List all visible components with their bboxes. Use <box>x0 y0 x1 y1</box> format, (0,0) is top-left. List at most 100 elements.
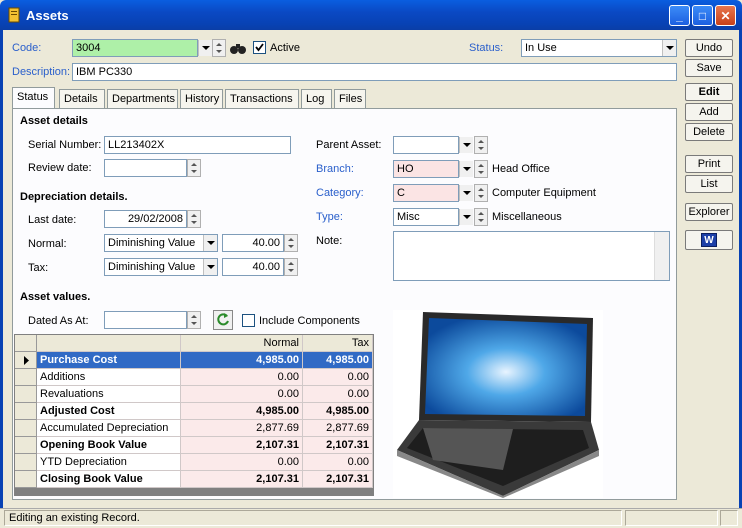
grid-cell-normal[interactable]: 4,985.00 <box>181 352 303 369</box>
row-selector[interactable] <box>15 369 37 386</box>
normal-rate-input[interactable]: 40.00 <box>222 234 284 252</box>
undo-button[interactable]: Undo <box>685 39 733 57</box>
grid-scrollbar[interactable] <box>15 488 373 496</box>
refresh-button[interactable] <box>213 310 233 330</box>
description-input[interactable]: IBM PC330 <box>72 63 677 81</box>
grid-cell-normal[interactable]: 4,985.00 <box>181 403 303 420</box>
tab-details[interactable]: Details <box>59 89 105 109</box>
tax-rate-input[interactable]: 40.00 <box>222 258 284 276</box>
type-input[interactable]: Misc <box>393 208 459 226</box>
tab-status[interactable]: Status <box>12 87 55 109</box>
branch-spinner[interactable] <box>474 160 488 178</box>
delete-button[interactable]: Delete <box>685 123 733 141</box>
grid-row[interactable]: Opening Book Value 2,107.31 2,107.31 <box>15 437 373 454</box>
status-select[interactable]: In Use <box>521 39 677 57</box>
tab-departments[interactable]: Departments <box>107 89 178 109</box>
row-selector[interactable] <box>15 420 37 437</box>
review-date-input[interactable] <box>104 159 187 177</box>
status-dropdown-icon[interactable] <box>662 40 676 56</box>
grid-cell-name[interactable]: Opening Book Value <box>37 437 181 454</box>
category-dropdown-icon[interactable] <box>459 185 473 201</box>
grid-cell-name[interactable]: Adjusted Cost <box>37 403 181 420</box>
parent-asset-input[interactable] <box>393 136 459 154</box>
category-input[interactable]: C <box>393 184 459 202</box>
print-button[interactable]: Print <box>685 155 733 173</box>
word-button[interactable]: W <box>685 230 733 250</box>
grid-cell-normal[interactable]: 2,107.31 <box>181 437 303 454</box>
grid-cell-tax[interactable]: 0.00 <box>303 386 373 403</box>
grid-row[interactable]: Additions 0.00 0.00 <box>15 369 373 386</box>
grid-cell-tax[interactable]: 2,877.69 <box>303 420 373 437</box>
normal-rate-spinner[interactable] <box>284 234 298 252</box>
tab-history[interactable]: History <box>180 89 223 109</box>
type-dropdown-icon[interactable] <box>459 209 473 225</box>
last-date-input[interactable]: 29/02/2008 <box>104 210 187 228</box>
grid-cell-name[interactable]: Additions <box>37 369 181 386</box>
dated-as-at-input[interactable] <box>104 311 187 329</box>
add-button[interactable]: Add <box>685 103 733 121</box>
type-spinner[interactable] <box>474 208 488 226</box>
grid-cell-normal[interactable]: 0.00 <box>181 386 303 403</box>
active-checkbox[interactable] <box>253 41 266 54</box>
row-selector[interactable] <box>15 454 37 471</box>
normal-method-dropdown-icon[interactable] <box>203 235 217 251</box>
tax-method-dropdown-icon[interactable] <box>203 259 217 275</box>
row-selector[interactable] <box>15 403 37 420</box>
explorer-button[interactable]: Explorer <box>685 203 733 221</box>
normal-method-select[interactable]: Diminishing Value <box>104 234 218 252</box>
grid-cell-name[interactable]: Closing Book Value <box>37 471 181 488</box>
grid-cell-tax[interactable]: 0.00 <box>303 369 373 386</box>
note-textarea[interactable] <box>393 231 670 281</box>
grid-cell-tax[interactable]: 0.00 <box>303 454 373 471</box>
maximize-button[interactable]: □ <box>692 5 713 26</box>
tax-rate-spinner[interactable] <box>284 258 298 276</box>
grid-cell-tax[interactable]: 4,985.00 <box>303 352 373 369</box>
grid-cell-tax[interactable]: 2,107.31 <box>303 471 373 488</box>
grid-header-normal[interactable]: Normal <box>181 335 303 352</box>
asset-values-grid[interactable]: Normal Tax Purchase Cost 4,985.00 4,985.00… <box>14 334 374 496</box>
branch-input[interactable]: HO <box>393 160 459 178</box>
grid-cell-name[interactable]: Revaluations <box>37 386 181 403</box>
code-dropdown-icon[interactable] <box>198 40 212 56</box>
grid-row[interactable]: Revaluations 0.00 0.00 <box>15 386 373 403</box>
list-button[interactable]: List <box>685 175 733 193</box>
parent-asset-dropdown-icon[interactable] <box>459 137 473 153</box>
grid-cell-normal[interactable]: 2,107.31 <box>181 471 303 488</box>
note-scrollbar[interactable] <box>654 232 669 280</box>
close-button[interactable]: ✕ <box>715 5 736 26</box>
grid-cell-normal[interactable]: 0.00 <box>181 454 303 471</box>
title-bar[interactable] <box>0 0 742 30</box>
row-selector[interactable] <box>15 437 37 454</box>
grid-cell-name[interactable]: Purchase Cost <box>37 352 181 369</box>
grid-header-tax[interactable]: Tax <box>303 335 373 352</box>
serial-input[interactable]: LL213402X <box>104 136 291 154</box>
grid-cell-name[interactable]: Accumulated Depreciation <box>37 420 181 437</box>
grid-row[interactable]: Accumulated Depreciation 2,877.69 2,877.69 <box>15 420 373 437</box>
save-button[interactable]: Save <box>685 59 733 77</box>
row-selector[interactable] <box>15 386 37 403</box>
code-input[interactable]: 3004 <box>72 39 198 57</box>
review-date-spinner[interactable] <box>187 159 201 177</box>
binoculars-icon[interactable] <box>228 39 248 57</box>
grid-row[interactable]: Purchase Cost 4,985.00 4,985.00 <box>15 352 373 369</box>
grid-cell-tax[interactable]: 2,107.31 <box>303 437 373 454</box>
edit-button[interactable]: Edit <box>685 83 733 101</box>
tab-files[interactable]: Files <box>334 89 366 109</box>
category-spinner[interactable] <box>474 184 488 202</box>
tab-log[interactable]: Log <box>301 89 332 109</box>
dated-as-at-spinner[interactable] <box>187 311 201 329</box>
tax-method-select[interactable]: Diminishing Value <box>104 258 218 276</box>
row-selector[interactable] <box>15 471 37 488</box>
include-components-checkbox[interactable] <box>242 314 255 327</box>
tab-transactions[interactable]: Transactions <box>225 89 299 109</box>
parent-asset-spinner[interactable] <box>474 136 488 154</box>
grid-row[interactable]: Adjusted Cost 4,985.00 4,985.00 <box>15 403 373 420</box>
last-date-spinner[interactable] <box>187 210 201 228</box>
grid-row[interactable]: Closing Book Value 2,107.31 2,107.31 <box>15 471 373 488</box>
minimize-button[interactable]: _ <box>669 5 690 26</box>
row-selector[interactable] <box>15 352 37 369</box>
grid-cell-tax[interactable]: 4,985.00 <box>303 403 373 420</box>
grid-cell-name[interactable]: YTD Depreciation <box>37 454 181 471</box>
branch-dropdown-icon[interactable] <box>459 161 473 177</box>
grid-cell-normal[interactable]: 0.00 <box>181 369 303 386</box>
